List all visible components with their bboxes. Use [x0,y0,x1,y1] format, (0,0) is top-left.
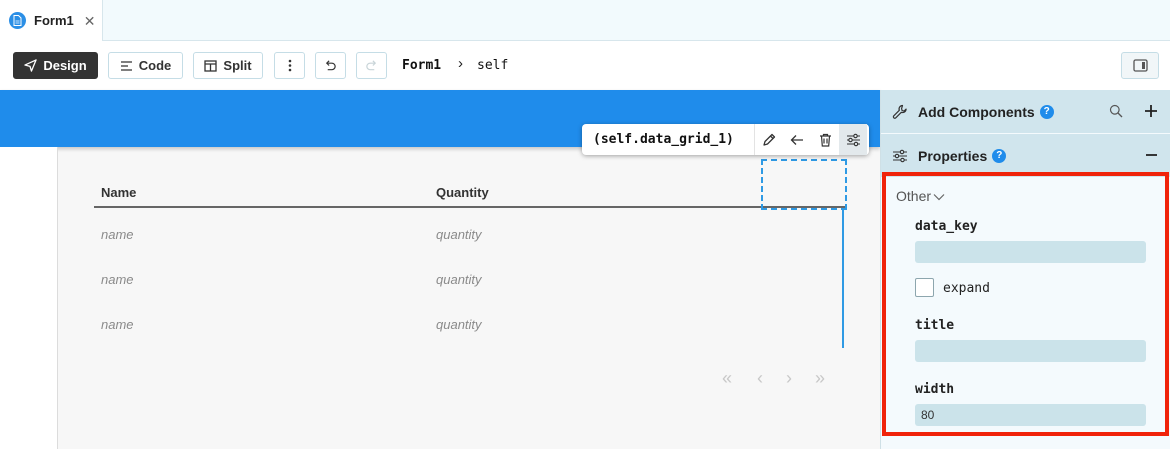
more-options-button[interactable] [274,52,305,79]
component-name: (self.data_grid_1) [593,132,734,147]
data-key-label: data_key [915,219,978,234]
undo-icon [325,60,336,71]
minus-icon[interactable] [1145,148,1158,167]
close-icon[interactable]: ✕ [84,14,96,28]
pencil-icon [763,133,776,146]
table-cell: quantity [436,272,482,287]
help-icon[interactable]: ? [1039,104,1054,119]
tab-label: Form1 [34,13,74,28]
redo-button[interactable] [356,52,387,79]
title-input[interactable] [915,340,1146,362]
right-panel: Add Components ? Properties ? Other data… [880,90,1170,449]
chevron-down-icon [933,194,945,201]
split-view-icon [204,59,218,72]
properties-toggle-button[interactable] [839,124,867,155]
next-page-button[interactable]: › [786,368,792,389]
code-button[interactable]: Code [108,52,183,79]
add-components-title: Add Components [918,103,1035,120]
table-cell: name [101,317,134,332]
select-parent-button[interactable] [783,124,811,155]
expand-checkbox[interactable] [915,278,934,297]
delete-component-button[interactable] [811,124,839,155]
code-label: Code [138,58,172,73]
undo-button[interactable] [315,52,346,79]
trash-icon [819,133,831,147]
width-input[interactable] [915,404,1146,426]
add-components-header[interactable]: Add Components ? [881,90,1170,133]
properties-title: Properties [918,147,988,164]
group-toggle-other[interactable]: Other [896,188,945,204]
column-drop-zone[interactable] [761,159,847,210]
column-header-name[interactable]: Name [101,185,136,200]
editor-toolbar: Design Code Split Form1 › self [0,41,1170,90]
properties-section: Other data_key expand title width [882,172,1169,436]
vertical-dots-icon [288,59,291,72]
breadcrumb-self[interactable]: self [477,58,508,73]
tab-bar: Form1 ✕ [0,0,1170,41]
form-left-margin [0,147,58,449]
design-button[interactable]: Design [13,52,98,79]
design-label: Design [43,58,87,73]
component-toolbar: (self.data_grid_1) [582,124,869,155]
sidebar-layout-icon [1132,59,1148,72]
form-file-icon [9,12,26,29]
data-key-input[interactable] [915,241,1146,263]
plus-icon[interactable] [1144,104,1158,123]
header-divider [94,206,846,208]
text-lines-icon [120,60,132,71]
column-header-quantity[interactable]: Quantity [436,185,489,200]
table-cell: name [101,227,134,242]
send-icon [24,59,38,72]
split-label: Split [223,58,252,73]
help-icon[interactable]: ? [992,148,1007,163]
last-page-button[interactable]: » [815,368,825,389]
prev-page-button[interactable]: ‹ [757,368,763,389]
breadcrumb-separator: › [458,55,463,72]
expand-label[interactable]: expand [943,281,990,296]
table-cell: name [101,272,134,287]
sliders-icon [892,149,908,163]
first-page-button[interactable]: « [722,368,732,389]
wrench-icon [892,104,908,120]
split-button[interactable]: Split [193,52,263,79]
search-icon[interactable] [1109,104,1123,123]
panel-toggle-button[interactable] [1121,52,1159,79]
title-label: title [915,318,955,333]
table-cell: quantity [436,317,482,332]
properties-header[interactable]: Properties ? [881,134,1170,177]
drop-indicator-line [842,210,844,348]
sliders-icon [846,133,860,146]
table-cell: quantity [436,227,482,242]
arrow-left-icon [790,134,803,145]
breadcrumb-form[interactable]: Form1 [402,58,441,73]
edit-component-button[interactable] [755,124,783,155]
tab-form1[interactable]: Form1 ✕ [0,0,103,41]
group-label: Other [896,188,932,204]
width-label: width [915,382,955,397]
redo-icon [366,60,377,71]
